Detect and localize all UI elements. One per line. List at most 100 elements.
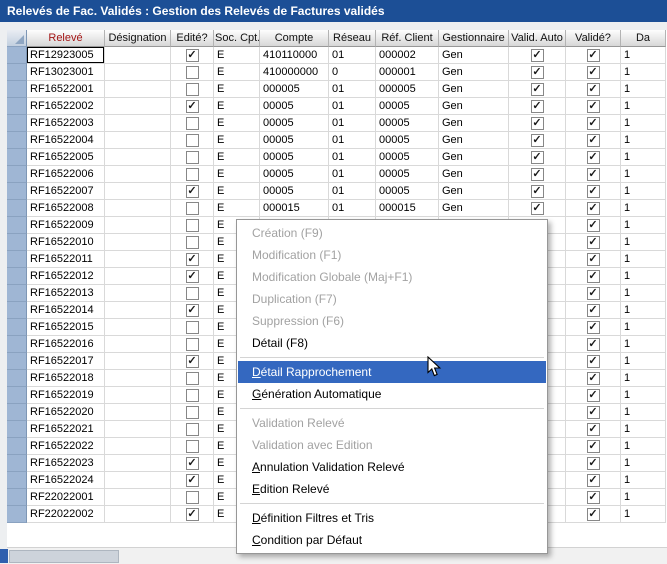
cell-gestionnaire[interactable]: Gen bbox=[439, 183, 509, 200]
checkbox-edite[interactable] bbox=[186, 134, 199, 147]
cell-releve[interactable]: RF16522008 bbox=[27, 200, 105, 217]
cell-da[interactable]: 1 bbox=[621, 183, 666, 200]
cell-edite[interactable]: ✓ bbox=[171, 183, 214, 200]
cell-edite[interactable] bbox=[171, 336, 214, 353]
row-selector[interactable] bbox=[7, 115, 27, 132]
checkbox-edite[interactable] bbox=[186, 440, 199, 453]
checkbox-valide[interactable]: ✓ bbox=[587, 372, 600, 385]
cell-valid_auto[interactable]: ✓ bbox=[509, 183, 566, 200]
cell-designation[interactable] bbox=[105, 166, 171, 183]
cell-releve[interactable]: RF16522007 bbox=[27, 183, 105, 200]
cell-gestionnaire[interactable]: Gen bbox=[439, 98, 509, 115]
cell-designation[interactable] bbox=[105, 64, 171, 81]
cell-da[interactable]: 1 bbox=[621, 421, 666, 438]
cell-designation[interactable] bbox=[105, 319, 171, 336]
cell-reseau[interactable]: 01 bbox=[329, 81, 376, 98]
checkbox-valide[interactable]: ✓ bbox=[587, 457, 600, 470]
checkbox-valid_auto[interactable]: ✓ bbox=[531, 202, 544, 215]
checkbox-edite[interactable]: ✓ bbox=[186, 304, 199, 317]
cell-gestionnaire[interactable]: Gen bbox=[439, 166, 509, 183]
cell-valide[interactable]: ✓ bbox=[566, 404, 621, 421]
checkbox-edite[interactable] bbox=[186, 202, 199, 215]
cell-gestionnaire[interactable]: Gen bbox=[439, 64, 509, 81]
cell-valide[interactable]: ✓ bbox=[566, 455, 621, 472]
checkbox-edite[interactable] bbox=[186, 389, 199, 402]
cell-releve[interactable]: RF16522018 bbox=[27, 370, 105, 387]
checkbox-valid_auto[interactable]: ✓ bbox=[531, 168, 544, 181]
cell-designation[interactable] bbox=[105, 200, 171, 217]
row-selector[interactable] bbox=[7, 353, 27, 370]
cell-valide[interactable]: ✓ bbox=[566, 81, 621, 98]
cell-releve[interactable]: RF13023001 bbox=[27, 64, 105, 81]
cell-ref_client[interactable]: 00005 bbox=[376, 98, 439, 115]
row-selector[interactable] bbox=[7, 98, 27, 115]
cell-releve[interactable]: RF16522014 bbox=[27, 302, 105, 319]
cell-valide[interactable]: ✓ bbox=[566, 370, 621, 387]
cell-da[interactable]: 1 bbox=[621, 472, 666, 489]
cell-compte[interactable]: 00005 bbox=[260, 149, 329, 166]
row-selector[interactable] bbox=[7, 302, 27, 319]
select-all-corner[interactable] bbox=[7, 30, 27, 47]
cell-gestionnaire[interactable]: Gen bbox=[439, 200, 509, 217]
menu-item-detail-f8[interactable]: Détail (F8) bbox=[238, 332, 546, 354]
cell-compte[interactable]: 00005 bbox=[260, 132, 329, 149]
checkbox-valid_auto[interactable]: ✓ bbox=[531, 134, 544, 147]
checkbox-edite[interactable]: ✓ bbox=[186, 355, 199, 368]
cell-valide[interactable]: ✓ bbox=[566, 115, 621, 132]
cell-compte[interactable]: 000015 bbox=[260, 200, 329, 217]
cell-compte[interactable]: 00005 bbox=[260, 166, 329, 183]
cell-edite[interactable] bbox=[171, 421, 214, 438]
cell-da[interactable]: 1 bbox=[621, 404, 666, 421]
checkbox-edite[interactable] bbox=[186, 287, 199, 300]
checkbox-edite[interactable] bbox=[186, 66, 199, 79]
column-header-soc_cpt[interactable]: Soc. Cpt. bbox=[214, 30, 260, 47]
row-selector[interactable] bbox=[7, 183, 27, 200]
cell-designation[interactable] bbox=[105, 149, 171, 166]
cell-designation[interactable] bbox=[105, 183, 171, 200]
cell-edite[interactable]: ✓ bbox=[171, 302, 214, 319]
row-selector[interactable] bbox=[7, 132, 27, 149]
cell-releve[interactable]: RF16522012 bbox=[27, 268, 105, 285]
cell-valid_auto[interactable]: ✓ bbox=[509, 47, 566, 64]
column-header-ref_client[interactable]: Réf. Client bbox=[376, 30, 439, 47]
cell-da[interactable]: 1 bbox=[621, 115, 666, 132]
cell-releve[interactable]: RF16522017 bbox=[27, 353, 105, 370]
cell-da[interactable]: 1 bbox=[621, 285, 666, 302]
cell-reseau[interactable]: 01 bbox=[329, 98, 376, 115]
cell-designation[interactable] bbox=[105, 438, 171, 455]
cell-edite[interactable] bbox=[171, 166, 214, 183]
cell-releve[interactable]: RF16522006 bbox=[27, 166, 105, 183]
column-header-gestionnaire[interactable]: Gestionnaire bbox=[439, 30, 509, 47]
cell-valide[interactable]: ✓ bbox=[566, 183, 621, 200]
row-selector[interactable] bbox=[7, 319, 27, 336]
cell-da[interactable]: 1 bbox=[621, 455, 666, 472]
cell-da[interactable]: 1 bbox=[621, 319, 666, 336]
checkbox-edite[interactable] bbox=[186, 372, 199, 385]
cell-edite[interactable]: ✓ bbox=[171, 251, 214, 268]
checkbox-edite[interactable] bbox=[186, 117, 199, 130]
cell-edite[interactable] bbox=[171, 149, 214, 166]
cell-designation[interactable] bbox=[105, 302, 171, 319]
cell-valide[interactable]: ✓ bbox=[566, 506, 621, 523]
cell-edite[interactable] bbox=[171, 404, 214, 421]
checkbox-valide[interactable]: ✓ bbox=[587, 49, 600, 62]
checkbox-edite[interactable] bbox=[186, 151, 199, 164]
cell-reseau[interactable]: 0 bbox=[329, 64, 376, 81]
cell-designation[interactable] bbox=[105, 251, 171, 268]
checkbox-valide[interactable]: ✓ bbox=[587, 474, 600, 487]
cell-valid_auto[interactable]: ✓ bbox=[509, 115, 566, 132]
checkbox-valide[interactable]: ✓ bbox=[587, 236, 600, 249]
cell-valide[interactable]: ✓ bbox=[566, 217, 621, 234]
checkbox-edite[interactable] bbox=[186, 321, 199, 334]
cell-compte[interactable]: 410110000 bbox=[260, 47, 329, 64]
cell-valide[interactable]: ✓ bbox=[566, 98, 621, 115]
checkbox-valide[interactable]: ✓ bbox=[587, 253, 600, 266]
cell-releve[interactable]: RF22022001 bbox=[27, 489, 105, 506]
cell-designation[interactable] bbox=[105, 455, 171, 472]
cell-da[interactable]: 1 bbox=[621, 200, 666, 217]
row-selector[interactable] bbox=[7, 387, 27, 404]
checkbox-edite[interactable]: ✓ bbox=[186, 474, 199, 487]
cell-edite[interactable] bbox=[171, 132, 214, 149]
cell-ref_client[interactable]: 00005 bbox=[376, 149, 439, 166]
cell-reseau[interactable]: 01 bbox=[329, 115, 376, 132]
